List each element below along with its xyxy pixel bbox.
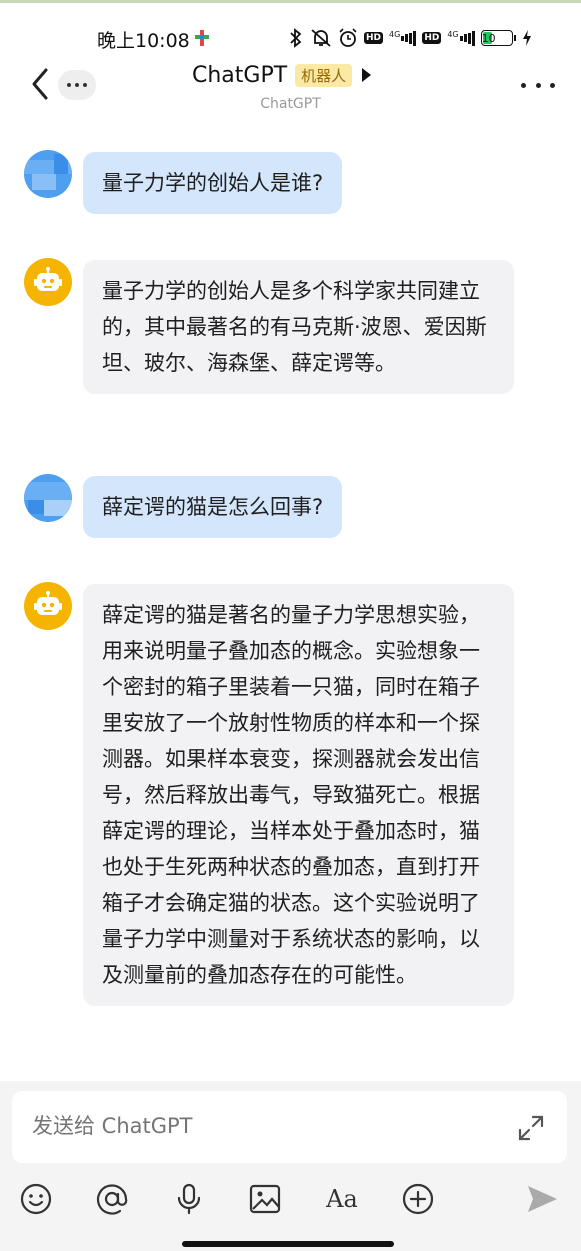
bot-message-bubble[interactable]: 薛定谔的猫是著名的量子力学思想实验，用来说明量子叠加态的概念。实验想象一个密封的… xyxy=(83,584,514,1006)
app-notification-icon xyxy=(195,30,209,46)
hd-icon-2: HD xyxy=(422,32,442,44)
message-input[interactable] xyxy=(32,1114,492,1138)
chat-subtitle: ChatGPT xyxy=(260,96,321,112)
user-message-bubble[interactable]: 薛定谔的猫是怎么回事? xyxy=(83,476,343,538)
plus-circle-icon xyxy=(402,1183,434,1215)
bot-avatar[interactable] xyxy=(24,582,72,630)
bot-message-bubble[interactable]: 量子力学的创始人是多个科学家共同建立的，其中最著名的有马克斯·波恩、爱因斯坦、玻… xyxy=(83,260,514,394)
bot-avatar[interactable] xyxy=(24,258,72,306)
message-text: 薛定谔的猫是著名的量子力学思想实验，用来说明量子叠加态的概念。实验想象一个密封的… xyxy=(102,603,480,987)
composer-toolbar: Aa xyxy=(0,1181,581,1221)
font-button[interactable]: Aa xyxy=(324,1181,360,1217)
voice-button[interactable] xyxy=(171,1181,207,1217)
add-button[interactable] xyxy=(400,1181,436,1217)
image-icon xyxy=(249,1184,281,1214)
microphone-icon xyxy=(177,1183,201,1215)
at-sign-icon xyxy=(96,1184,128,1215)
message-text: 量子力学的创始人是多个科学家共同建立的，其中最著名的有马克斯·波恩、爱因斯坦、玻… xyxy=(102,279,487,375)
chat-title: ChatGPT xyxy=(192,62,288,88)
image-button[interactable] xyxy=(247,1181,283,1217)
status-bar: 晚上10:08 HD 4G HD 4G 10 xyxy=(0,22,581,54)
send-button[interactable] xyxy=(524,1181,560,1217)
emoji-icon xyxy=(20,1183,52,1215)
expand-button[interactable] xyxy=(516,1113,546,1143)
signal-4g-icon-2: 4G xyxy=(447,30,475,46)
bluetooth-icon xyxy=(288,28,304,48)
nav-title-group[interactable]: ChatGPT 机器人 xyxy=(192,60,372,90)
message-text: 量子力学的创始人是谁? xyxy=(102,171,324,195)
nav-bar: ChatGPT 机器人 ChatGPT xyxy=(0,56,581,120)
composer: Aa xyxy=(0,1081,581,1251)
message-input-box[interactable] xyxy=(12,1091,567,1163)
battery-icon: 10 xyxy=(480,30,516,46)
expand-icon xyxy=(518,1115,544,1141)
user-avatar[interactable] xyxy=(24,474,72,522)
message-text: 薛定谔的猫是怎么回事? xyxy=(102,495,324,519)
mute-bell-icon xyxy=(310,28,332,48)
user-message-bubble[interactable]: 量子力学的创始人是谁? xyxy=(83,152,343,214)
hd-icon: HD xyxy=(364,32,384,44)
user-avatar[interactable] xyxy=(24,150,72,198)
font-size-icon: Aa xyxy=(326,1185,358,1213)
top-accent-line xyxy=(0,0,581,3)
emoji-button[interactable] xyxy=(18,1181,54,1217)
signal-4g-icon: 4G xyxy=(389,30,417,46)
menu-button[interactable] xyxy=(521,80,555,90)
home-indicator xyxy=(182,1241,394,1247)
charging-icon xyxy=(522,30,532,46)
alarm-icon xyxy=(338,28,358,48)
status-time: 晚上10:08 xyxy=(97,30,190,52)
mention-button[interactable] xyxy=(94,1181,130,1217)
robot-icon xyxy=(34,267,62,291)
robot-icon xyxy=(34,591,62,615)
send-icon xyxy=(528,1186,557,1212)
play-arrow-icon xyxy=(362,68,372,82)
battery-level: 10 xyxy=(481,31,496,45)
bot-badge: 机器人 xyxy=(295,63,353,87)
